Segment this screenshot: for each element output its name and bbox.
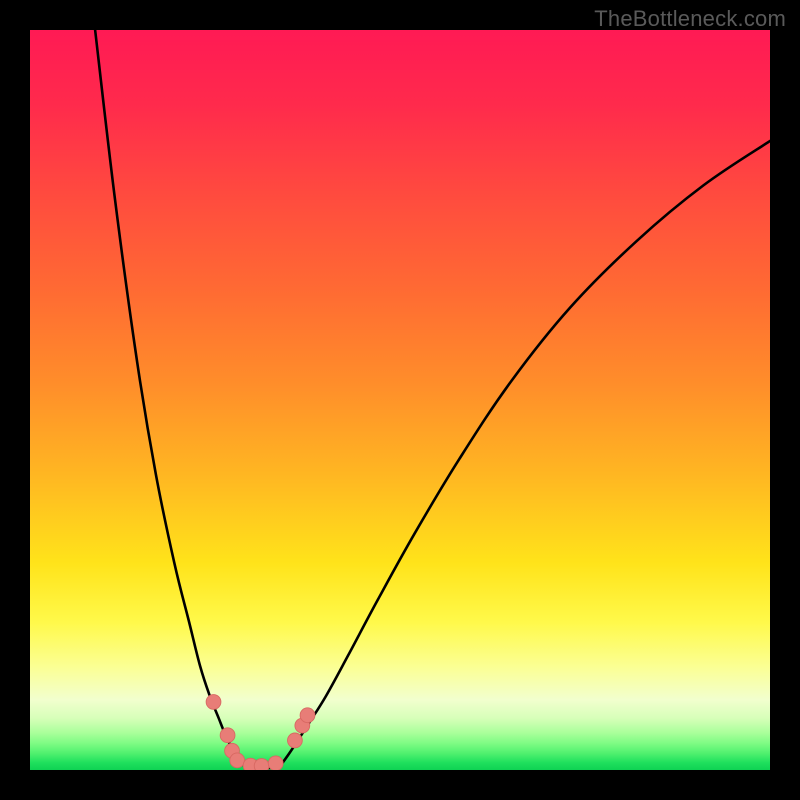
- marker-point: [300, 708, 315, 723]
- marker-point: [268, 756, 283, 770]
- watermark-text: TheBottleneck.com: [594, 6, 786, 32]
- outer-frame: TheBottleneck.com: [0, 0, 800, 800]
- marker-point: [220, 728, 235, 743]
- marker-point: [288, 733, 303, 748]
- marker-point: [254, 759, 269, 770]
- plot-area: [30, 30, 770, 770]
- chart-svg: [30, 30, 770, 770]
- curve-left-branch: [95, 30, 241, 764]
- marker-group: [206, 695, 315, 770]
- curve-right-branch: [282, 141, 770, 764]
- series-group: [95, 30, 770, 768]
- marker-point: [206, 695, 221, 710]
- marker-point: [230, 753, 245, 768]
